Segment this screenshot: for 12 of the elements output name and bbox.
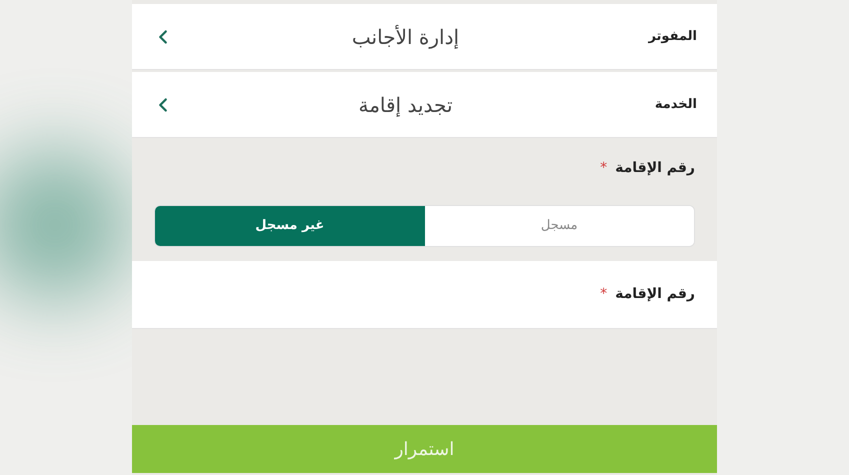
field-label: رقم الإقامة [615,285,695,304]
row-value: إدارة الأجانب [350,24,460,51]
row-label: الخدمة [654,96,697,114]
list-row[interactable]: المفوتر إدارة الأجانب [132,4,717,70]
required-mark: * [600,159,608,178]
list-row[interactable]: الخدمة تجديد إقامة [132,72,717,138]
row-value: تجديد إقامة [357,92,454,119]
input-field[interactable]: رقم الإقامة * [132,261,717,329]
required-mark: * [600,285,608,304]
field-label: رقم الإقامة [615,159,695,178]
segment-option[interactable]: غير مسجل [155,206,424,246]
row-label: المفوتر [647,28,697,46]
